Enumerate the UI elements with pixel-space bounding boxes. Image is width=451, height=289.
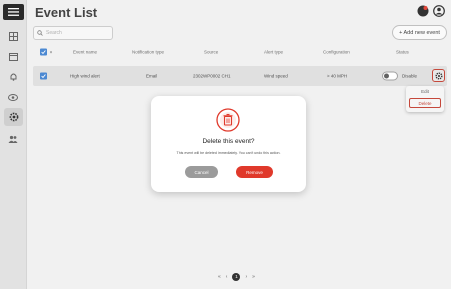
calendar-icon[interactable] (6, 49, 20, 63)
grid-icon[interactable] (6, 29, 20, 43)
settings-icon[interactable] (4, 108, 23, 126)
cancel-button[interactable]: Cancel (185, 166, 218, 178)
delete-dialog: Delete this event? This event will be de… (151, 96, 306, 192)
users-icon[interactable] (6, 132, 20, 146)
sidebar (0, 0, 27, 289)
dialog-message: This event will be deleted immediately. … (176, 151, 281, 155)
remove-button[interactable]: Remove (236, 166, 273, 178)
dialog-title: Delete this event? (202, 138, 255, 145)
eye-icon[interactable] (6, 90, 20, 104)
trash-icon (216, 108, 240, 132)
bell-icon[interactable] (6, 69, 20, 83)
menu-icon[interactable] (3, 4, 24, 20)
